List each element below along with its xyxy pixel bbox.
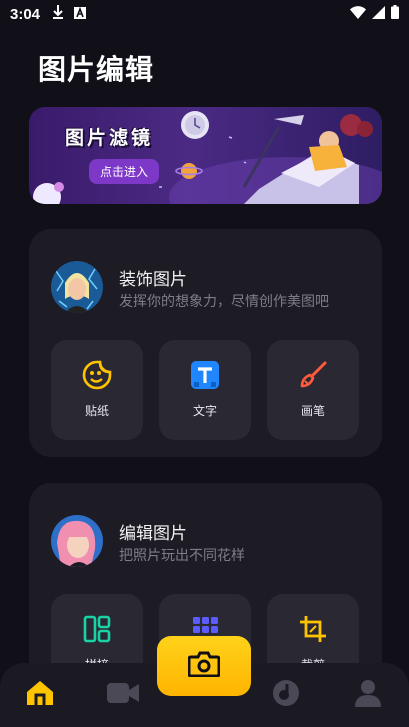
banner-enter-button[interactable]: 点击进入 (89, 159, 159, 184)
home-icon (26, 680, 54, 710)
tool-brush[interactable]: 画笔 (267, 340, 359, 440)
tool-text[interactable]: 文字 (159, 340, 251, 440)
banner-title: 图片滤镜 (65, 127, 154, 149)
tool-text-label: 文字 (192, 404, 217, 418)
tool-sticker[interactable]: 贴纸 (51, 340, 143, 440)
text-t-icon (190, 360, 220, 390)
camera-button[interactable] (157, 636, 251, 696)
tab-video[interactable] (105, 677, 141, 713)
music-disc-icon (272, 679, 300, 711)
paint-brush-icon (298, 360, 328, 390)
a-icon (74, 6, 87, 23)
decorate-title: 装饰图片 (119, 270, 187, 290)
banner-illustration (33, 111, 382, 204)
wifi-icon (350, 5, 366, 23)
tool-brush-label: 画笔 (300, 404, 325, 418)
video-camera-icon (107, 681, 139, 709)
sticker-smile-icon (82, 360, 112, 390)
page-title: 图片编辑 (38, 53, 155, 86)
edit-subtitle: 把照片玩出不同花样 (119, 548, 245, 564)
status-bar: 3:04 (0, 0, 409, 28)
battery-icon (391, 5, 399, 23)
download-icon (52, 5, 64, 23)
status-time: 3:04 (10, 5, 41, 23)
tab-music[interactable] (268, 677, 304, 713)
camera-icon (187, 651, 221, 681)
decorate-avatar (51, 261, 103, 313)
decorate-card: 装饰图片 发挥你的想象力，尽情创作美图吧 贴纸 文字 画笔 (29, 229, 382, 457)
decorate-subtitle: 发挥你的想象力，尽情创作美图吧 (119, 294, 329, 310)
user-icon (355, 679, 381, 711)
edit-avatar (51, 515, 103, 567)
signal-icon (372, 5, 385, 23)
filter-banner[interactable]: 图片滤镜 点击进入 (29, 107, 382, 204)
tool-sticker-label: 贴纸 (84, 404, 109, 418)
tab-profile[interactable] (350, 677, 386, 713)
tab-home[interactable] (22, 677, 58, 713)
edit-title: 编辑图片 (119, 524, 187, 544)
collage-icon (82, 614, 112, 644)
crop-icon (298, 614, 328, 644)
